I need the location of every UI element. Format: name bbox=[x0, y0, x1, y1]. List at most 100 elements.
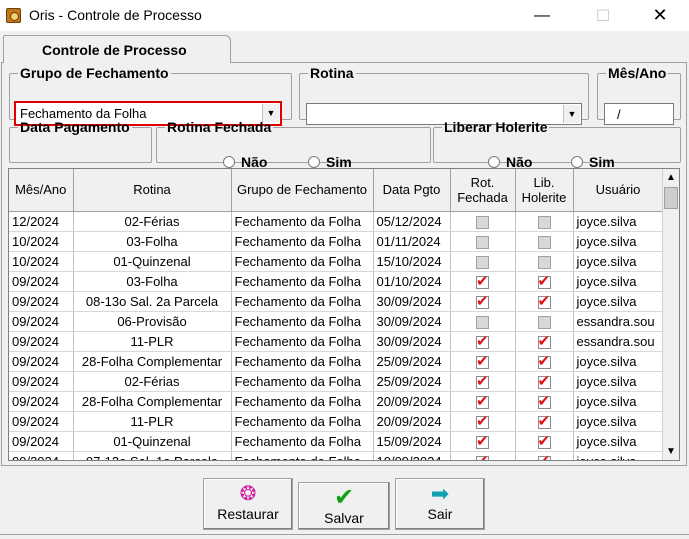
unchecked-checkbox-icon[interactable] bbox=[476, 235, 489, 249]
bottom-divider bbox=[0, 534, 689, 535]
cell-lib-holerite bbox=[515, 311, 574, 332]
processo-grid[interactable]: Mês/Ano Rotina Grupo de Fechamento Data … bbox=[8, 168, 680, 461]
unchecked-checkbox-icon[interactable] bbox=[537, 315, 551, 329]
table-row[interactable]: 09/2024 01-Quinzenal Fechamento da Folha 15… bbox=[9, 431, 664, 452]
cell-rotina: 01-Quinzenal bbox=[73, 431, 232, 452]
table-row[interactable]: 10/2024 01-Quinzenal Fechamento da Folha 15… bbox=[9, 251, 664, 272]
grupo-fechamento-legend: Grupo de Fechamento bbox=[20, 65, 169, 81]
checked-checkbox-icon[interactable] bbox=[476, 332, 489, 350]
scroll-up-icon[interactable]: ▲ bbox=[663, 169, 679, 186]
cell-rotina: 02-Férias bbox=[73, 371, 232, 392]
exit-arrow-icon: ➡ bbox=[430, 481, 450, 506]
processo-table: Mês/Ano Rotina Grupo de Fechamento Data … bbox=[9, 169, 664, 460]
cell-mes-ano: 12/2024 bbox=[9, 211, 74, 232]
table-row[interactable]: 09/2024 11-PLR Fechamento da Folha 30/09/20… bbox=[9, 331, 664, 352]
cell-mes-ano: 09/2024 bbox=[9, 371, 74, 392]
maximize-button[interactable]: ☐ bbox=[580, 0, 626, 31]
cell-data-pgto: 05/12/2024 bbox=[373, 211, 451, 232]
table-row[interactable]: 09/2024 03-Folha Fechamento da Folha 01/10/… bbox=[9, 271, 664, 292]
checked-checkbox-icon[interactable] bbox=[476, 372, 489, 390]
salvar-button[interactable]: ✔ Salvar bbox=[298, 482, 390, 530]
unchecked-checkbox-icon[interactable] bbox=[537, 255, 551, 269]
cell-mes-ano: 10/2024 bbox=[9, 231, 74, 252]
table-row[interactable]: 09/2024 02-Férias Fechamento da Folha 25/09… bbox=[9, 371, 664, 392]
cell-grupo: Fechamento da Folha bbox=[231, 351, 374, 372]
checked-checkbox-icon[interactable] bbox=[537, 392, 551, 410]
checked-checkbox-icon[interactable] bbox=[476, 272, 489, 290]
cell-lib-holerite bbox=[515, 451, 574, 460]
table-row[interactable]: 09/2024 08-13o Sal. 2a Parcela Fechamento … bbox=[9, 291, 664, 312]
cell-mes-ano: 09/2024 bbox=[9, 391, 74, 412]
cell-grupo: Fechamento da Folha bbox=[231, 271, 374, 292]
table-row[interactable]: 09/2024 11-PLR Fechamento da Folha 20/09/20… bbox=[9, 411, 664, 432]
checked-checkbox-icon[interactable] bbox=[537, 432, 551, 450]
table-row[interactable]: 12/2024 02-Férias Fechamento da Folha 05/12… bbox=[9, 211, 664, 232]
cell-usuario: joyce.silva bbox=[573, 291, 664, 312]
table-row[interactable]: 09/2024 07-13o Sal. 1a Parcela Fechamento … bbox=[9, 451, 664, 460]
mes-ano-legend: Mês/Ano bbox=[608, 65, 667, 81]
cell-data-pgto: 30/09/2024 bbox=[373, 331, 451, 352]
unchecked-checkbox-icon[interactable] bbox=[537, 215, 551, 229]
data-pagamento-group: Data Pagamento bbox=[9, 119, 152, 163]
table-header-row: Mês/Ano Rotina Grupo de Fechamento Data … bbox=[9, 169, 664, 212]
table-row[interactable]: 09/2024 28-Folha Complementar Fechamento d… bbox=[9, 351, 664, 372]
checked-checkbox-icon[interactable] bbox=[537, 332, 551, 350]
checked-checkbox-icon[interactable] bbox=[537, 372, 551, 390]
table-row[interactable]: 09/2024 28-Folha Complementar Fechamento d… bbox=[9, 391, 664, 412]
checked-checkbox-icon[interactable] bbox=[537, 352, 551, 370]
checked-checkbox-icon[interactable] bbox=[476, 412, 489, 430]
cell-grupo: Fechamento da Folha bbox=[231, 311, 374, 332]
radio-dot-icon[interactable] bbox=[571, 156, 583, 168]
col-header-mes-ano[interactable]: Mês/Ano bbox=[9, 169, 74, 212]
rotina-fechada-legend: Rotina Fechada bbox=[167, 119, 272, 135]
col-header-rotina[interactable]: Rotina bbox=[73, 169, 232, 212]
checked-checkbox-icon[interactable] bbox=[476, 352, 489, 370]
unchecked-checkbox-icon[interactable] bbox=[476, 255, 489, 269]
restaurar-button[interactable]: ❂ Restaurar bbox=[203, 478, 293, 530]
col-header-grupo[interactable]: Grupo de Fechamento bbox=[231, 169, 374, 212]
checked-checkbox-icon[interactable] bbox=[476, 392, 489, 410]
checked-checkbox-icon[interactable] bbox=[476, 292, 489, 310]
scroll-thumb[interactable] bbox=[664, 187, 678, 209]
cell-rotina: 01-Quinzenal bbox=[73, 251, 232, 272]
vertical-scrollbar[interactable]: ▲ ▼ bbox=[662, 169, 679, 460]
cell-data-pgto: 30/09/2024 bbox=[373, 311, 451, 332]
checked-checkbox-icon[interactable] bbox=[537, 272, 551, 290]
cell-rot-fechada bbox=[450, 331, 516, 352]
title-bar: Oris - Controle de Processo — ☐ ✕ bbox=[0, 0, 689, 31]
checked-checkbox-icon[interactable] bbox=[537, 452, 551, 460]
col-header-data-pgto[interactable]: Data Pgto bbox=[373, 169, 451, 212]
unchecked-checkbox-icon[interactable] bbox=[476, 315, 489, 329]
cell-usuario: joyce.silva bbox=[573, 351, 664, 372]
cell-grupo: Fechamento da Folha bbox=[231, 411, 374, 432]
cell-data-pgto: 15/09/2024 bbox=[373, 431, 451, 452]
cell-usuario: joyce.silva bbox=[573, 271, 664, 292]
cell-data-pgto: 20/09/2024 bbox=[373, 391, 451, 412]
checked-checkbox-icon[interactable] bbox=[476, 452, 489, 460]
radio-dot-icon[interactable] bbox=[223, 156, 235, 168]
checked-checkbox-icon[interactable] bbox=[476, 432, 489, 450]
cell-lib-holerite bbox=[515, 291, 574, 312]
close-button[interactable]: ✕ bbox=[637, 0, 683, 31]
scroll-down-icon[interactable]: ▼ bbox=[663, 443, 679, 460]
tab-controle-processo[interactable]: Controle de Processo bbox=[3, 35, 231, 63]
checked-checkbox-icon[interactable] bbox=[537, 412, 551, 430]
cell-rot-fechada bbox=[450, 231, 516, 252]
grupo-fechamento-group: Grupo de Fechamento Fechamento da Folha … bbox=[9, 65, 292, 126]
col-header-usuario[interactable]: Usuário bbox=[573, 169, 664, 212]
unchecked-checkbox-icon[interactable] bbox=[476, 215, 489, 229]
cell-grupo: Fechamento da Folha bbox=[231, 251, 374, 272]
cell-grupo: Fechamento da Folha bbox=[231, 371, 374, 392]
cell-rotina: 08-13o Sal. 2a Parcela bbox=[73, 291, 232, 312]
table-row[interactable]: 09/2024 06-Provisão Fechamento da Folha 30/… bbox=[9, 311, 664, 332]
radio-dot-icon[interactable] bbox=[488, 156, 500, 168]
checked-checkbox-icon[interactable] bbox=[537, 292, 551, 310]
table-row[interactable]: 10/2024 03-Folha Fechamento da Folha 01/11/… bbox=[9, 231, 664, 252]
radio-dot-icon[interactable] bbox=[308, 156, 320, 168]
col-header-lib-holerite[interactable]: Lib. Holerite bbox=[515, 169, 574, 212]
unchecked-checkbox-icon[interactable] bbox=[537, 235, 551, 249]
col-header-rot-fechada[interactable]: Rot. Fechada bbox=[450, 169, 516, 212]
sair-button[interactable]: ➡ Sair bbox=[395, 478, 485, 530]
minimize-button[interactable]: — bbox=[519, 0, 565, 31]
cell-data-pgto: 25/09/2024 bbox=[373, 371, 451, 392]
